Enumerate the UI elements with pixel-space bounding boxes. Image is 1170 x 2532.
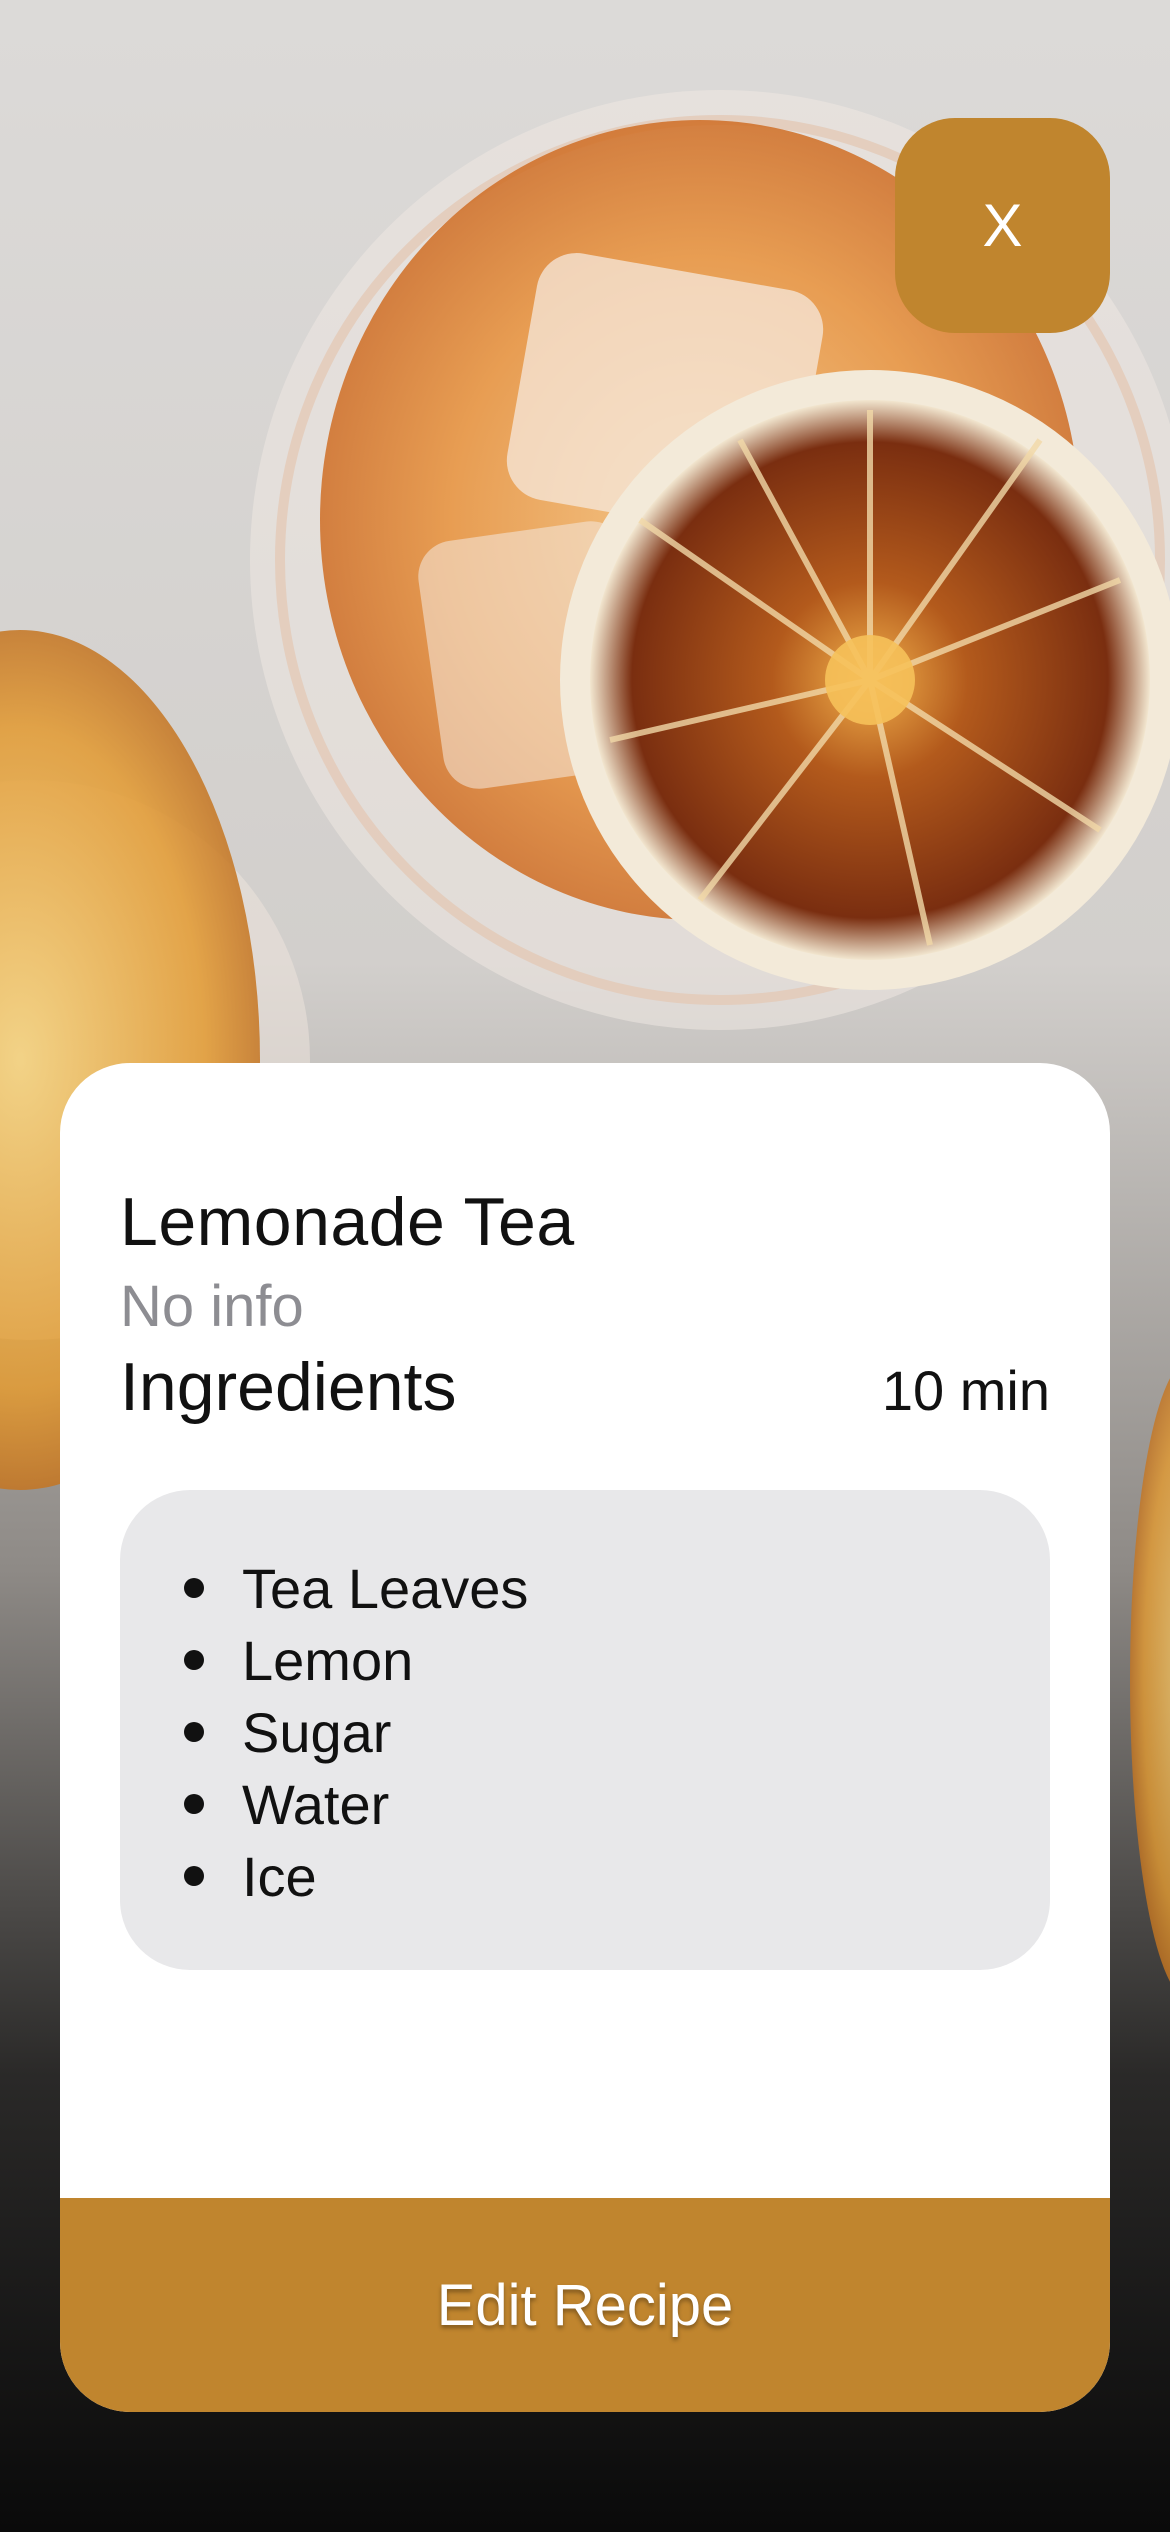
ingredient-label: Tea Leaves bbox=[242, 1556, 529, 1620]
recipe-card: Lemonade Tea No info Ingredients 10 min … bbox=[60, 1063, 1110, 2412]
list-item: Sugar bbox=[182, 1696, 1050, 1768]
ingredients-heading: Ingredients bbox=[120, 1349, 457, 1425]
recipe-detail-screen: X Lemonade Tea No info Ingredients 10 mi… bbox=[0, 0, 1170, 2532]
recipe-duration: 10 min bbox=[881, 1359, 1050, 1422]
edit-recipe-label: Edit Recipe bbox=[436, 2272, 734, 2338]
list-item: Lemon bbox=[182, 1624, 1050, 1696]
ingredient-label: Lemon bbox=[242, 1628, 414, 1692]
recipe-title: Lemonade Tea bbox=[120, 1184, 575, 1260]
bullet-icon bbox=[184, 1794, 204, 1814]
recipe-info: No info bbox=[120, 1274, 304, 1339]
ingredient-label: Ice bbox=[242, 1844, 317, 1908]
edit-recipe-button[interactable]: Edit Recipe bbox=[60, 2198, 1110, 2412]
ingredient-label: Water bbox=[242, 1772, 390, 1836]
list-item: Tea Leaves bbox=[182, 1552, 1050, 1624]
ingredient-label: Sugar bbox=[242, 1700, 392, 1764]
ingredients-list-container: Tea Leaves Lemon Sugar Water Ice bbox=[120, 1490, 1050, 1970]
list-item: Water bbox=[182, 1768, 1050, 1840]
bullet-icon bbox=[184, 1866, 204, 1886]
list-item: Ice bbox=[182, 1840, 1050, 1912]
bullet-icon bbox=[184, 1650, 204, 1670]
close-icon: X bbox=[982, 192, 1023, 259]
bullet-icon bbox=[184, 1578, 204, 1598]
ingredients-list: Tea Leaves Lemon Sugar Water Ice bbox=[182, 1552, 1050, 1912]
close-button[interactable]: X bbox=[895, 118, 1110, 333]
bullet-icon bbox=[184, 1722, 204, 1742]
